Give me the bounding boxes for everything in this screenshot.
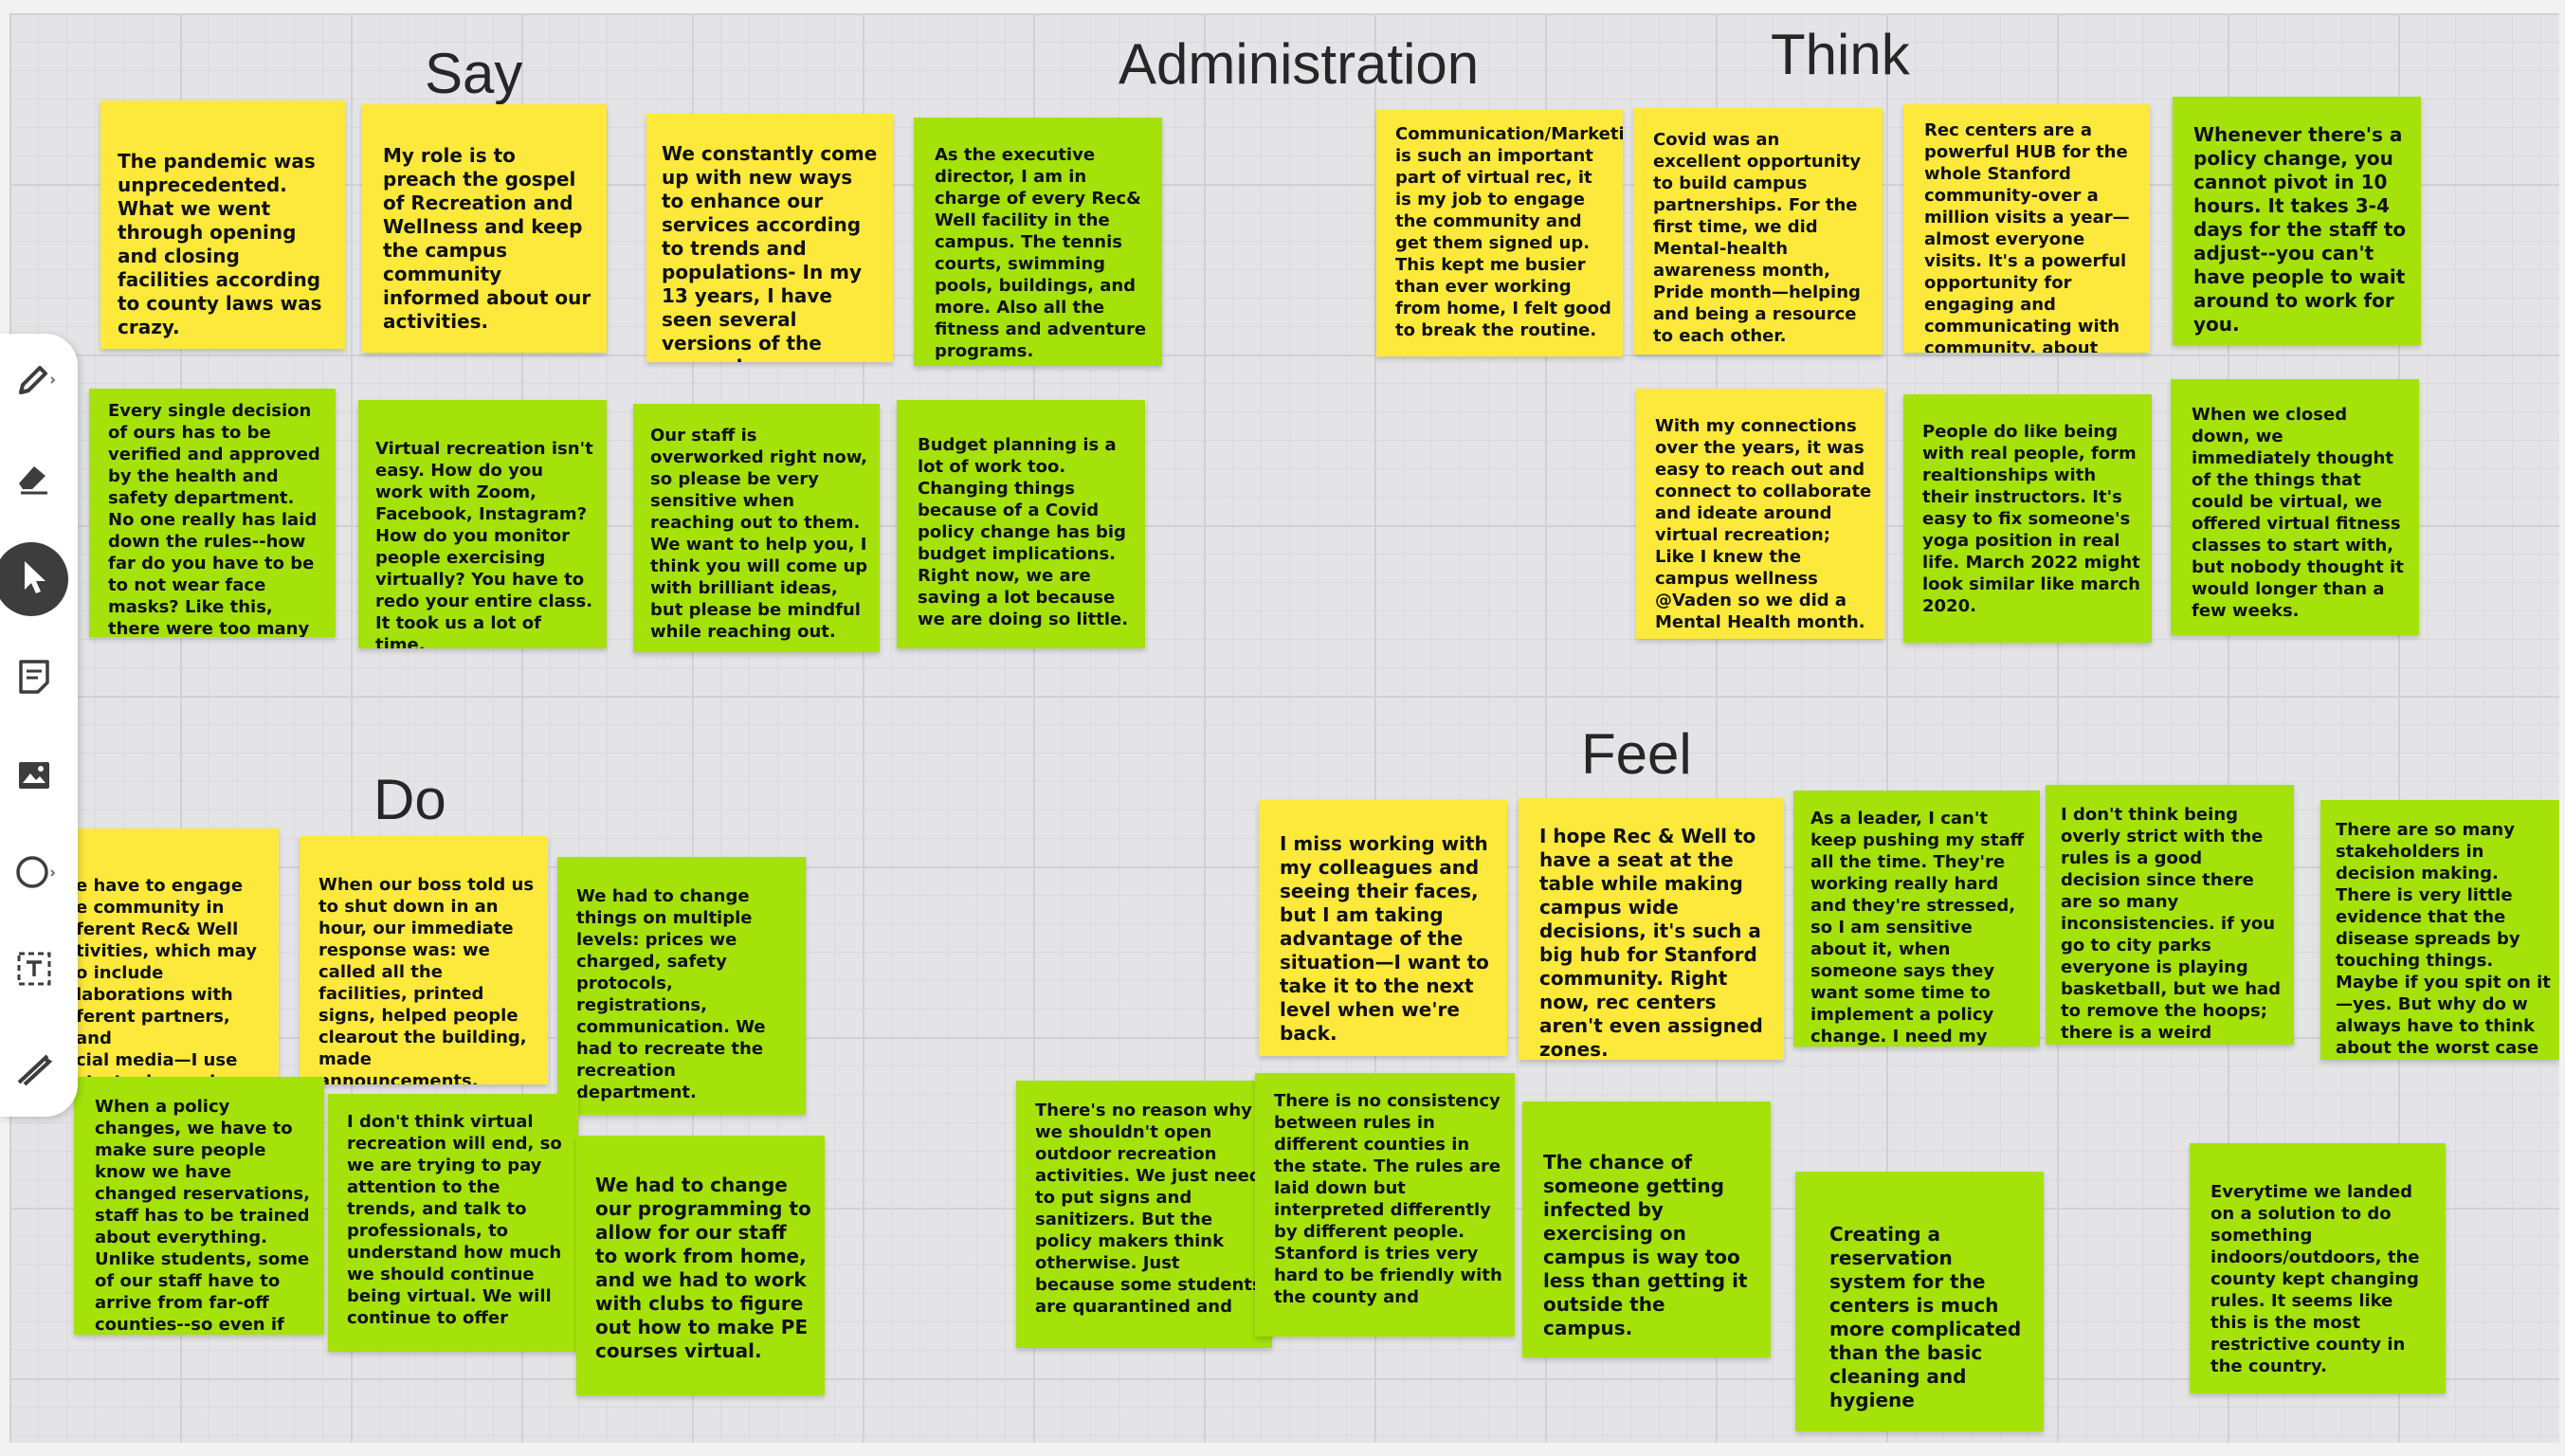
sticky-note-text: Every single decision of ours has to be … — [108, 401, 320, 637]
sticky-note-text: There is no consistency between rules in… — [1274, 1091, 1502, 1307]
text-box-icon — [17, 952, 51, 986]
sticky-note-text: When we closed down, we immediately thou… — [2192, 405, 2404, 621]
sticky-note[interactable]: The chance of someone getting infected b… — [1522, 1101, 1771, 1357]
sticky-note-text: Rec centers are a powerful HUB for the w… — [1924, 120, 2130, 353]
sticky-note[interactable]: I miss working with my colleagues and se… — [1259, 800, 1507, 1056]
pen-icon — [19, 366, 56, 394]
sticky-note-text: As a leader, I can't keep pushing my sta… — [1810, 809, 2025, 1046]
sticky-note-text: I hope Rec & Well to have a seat at the … — [1539, 825, 1763, 1060]
sticky-note[interactable]: People do like being with real people, f… — [1903, 394, 2152, 643]
sticky-note-text: I don't think virtual recreation will en… — [347, 1112, 562, 1328]
sticky-note[interactable]: When we closed down, we immediately thou… — [2171, 379, 2419, 635]
sticky-note-text: Our staff is overworked right now, so pl… — [650, 426, 868, 642]
sticky-note-text: When our boss told us to shut down in an… — [318, 875, 535, 1084]
sticky-note[interactable]: As a leader, I can't keep pushing my sta… — [1793, 791, 2040, 1046]
sticky-note-text: There are so many stakeholders in decisi… — [2336, 820, 2551, 1058]
sticky-note[interactable]: I don't think being overly strict with t… — [2046, 785, 2294, 1045]
sticky-note[interactable]: There's no reason why we shouldn't open … — [1016, 1081, 1272, 1348]
sticky-note-icon — [19, 660, 49, 694]
sticky-note[interactable]: Creating a reservation system for the ce… — [1795, 1172, 2044, 1431]
sticky-note[interactable]: The pandemic was unprecedented. What we … — [100, 100, 345, 349]
whiteboard-canvas[interactable]: Say Administration Think Do Feel The pan… — [9, 13, 2559, 1443]
select-tool-button[interactable] — [0, 542, 68, 616]
sticky-note-text: The pandemic was unprecedented. What we … — [118, 150, 322, 338]
sticky-note-text: The chance of someone getting infected b… — [1543, 1151, 1748, 1339]
cursor-icon — [25, 561, 45, 593]
sticky-note-text: Creating a reservation system for the ce… — [1829, 1223, 2022, 1411]
image-icon — [19, 762, 49, 789]
image-tool-button[interactable] — [0, 741, 68, 810]
sticky-note-text: We had to change our programming to allo… — [595, 1174, 811, 1362]
sticky-note[interactable]: I don't think virtual recreation will en… — [328, 1094, 578, 1352]
sticky-note[interactable]: There is no consistency between rules in… — [1255, 1073, 1515, 1337]
sticky-note-text: We had to change things on multiple leve… — [576, 886, 766, 1102]
sticky-note[interactable]: Every single decision of ours has to be … — [89, 389, 336, 637]
text-tool-button[interactable] — [0, 935, 68, 1003]
sticky-note[interactable]: Our staff is overworked right now, so pl… — [633, 404, 880, 652]
tool-palette — [0, 334, 78, 1117]
sticky-note[interactable]: When a policy changes, we have to make s… — [74, 1077, 324, 1335]
sticky-note-text: People do like being with real people, f… — [1922, 422, 2140, 616]
sticky-note-text: I don't think being overly strict with t… — [2061, 805, 2282, 1043]
section-heading-think: Think — [1771, 23, 1910, 86]
section-heading-do: Do — [373, 768, 446, 831]
section-heading-feel: Feel — [1581, 722, 1692, 786]
sticky-note[interactable]: My role is to preach the gospel of Recre… — [362, 104, 607, 353]
sticky-note[interactable]: Whenever there's a policy change, you ca… — [2173, 97, 2421, 345]
sticky-note-text: Communication/Marketing is such an impor… — [1395, 124, 1623, 340]
sticky-note[interactable]: Rec centers are a powerful HUB for the w… — [1903, 104, 2150, 353]
sticky-note-tool-button[interactable] — [0, 643, 68, 711]
sticky-note[interactable]: Everytime we landed on a solution to do … — [2190, 1143, 2446, 1393]
sticky-note[interactable]: Communication/Marketing is such an impor… — [1376, 110, 1623, 356]
sticky-note-text: When a policy changes, we have to make s… — [95, 1097, 310, 1335]
sticky-note[interactable]: We constantly come up with new ways to e… — [646, 114, 893, 362]
eraser-icon — [19, 466, 47, 495]
sticky-note-text: Budget planning is a lot of work too. Ch… — [918, 435, 1129, 629]
sticky-note[interactable]: Budget planning is a lot of work too. Ch… — [897, 400, 1145, 648]
sticky-note-text: Whenever there's a policy change, you ca… — [2193, 123, 2407, 336]
connector-tool-button[interactable] — [0, 1035, 68, 1103]
sticky-note[interactable]: Covid was an excellent opportunity to bu… — [1634, 108, 1883, 355]
sticky-note[interactable]: We had to change things on multiple leve… — [557, 857, 806, 1115]
sticky-note[interactable]: When our boss told us to shut down in an… — [300, 836, 548, 1084]
sticky-note[interactable]: There are so many stakeholders in decisi… — [2320, 800, 2559, 1060]
sticky-note[interactable]: Virtual recreation isn't easy. How do yo… — [358, 400, 607, 648]
connector-icon — [17, 1054, 53, 1086]
sticky-note-text: My role is to preach the gospel of Recre… — [383, 144, 591, 333]
sticky-note-text: Covid was an excellent opportunity to bu… — [1653, 130, 1862, 346]
sticky-note-text: Virtual recreation isn't easy. How do yo… — [375, 439, 593, 648]
sticky-note-text: I miss working with my colleagues and se… — [1280, 832, 1489, 1045]
section-heading-say: Say — [425, 42, 523, 105]
sticky-note-text: With my connections over the years, it w… — [1655, 416, 1872, 632]
sticky-note[interactable]: With my connections over the years, it w… — [1636, 389, 1884, 639]
sticky-note-text: Everytime we landed on a solution to do … — [2210, 1182, 2420, 1376]
eraser-tool-button[interactable] — [0, 442, 68, 510]
sticky-note-text: As the executive director, I am in charg… — [935, 145, 1147, 361]
pen-tool-button[interactable] — [0, 345, 68, 413]
sticky-note[interactable]: I hope Rec & Well to have a seat at the … — [1519, 798, 1784, 1060]
shape-tool-button[interactable] — [0, 838, 68, 906]
sticky-note[interactable]: We had to change our programming to allo… — [576, 1136, 825, 1395]
sticky-note-text: e have to engage e community in ferent R… — [76, 876, 257, 1077]
sticky-note-text: There's no reason why we shouldn't open … — [1035, 1101, 1263, 1317]
sticky-note[interactable]: As the executive director, I am in charg… — [914, 118, 1162, 366]
sticky-note-text: We constantly come up with new ways to e… — [662, 142, 878, 362]
section-heading-administration: Administration — [1119, 32, 1480, 96]
circle-shape-icon — [16, 856, 56, 888]
